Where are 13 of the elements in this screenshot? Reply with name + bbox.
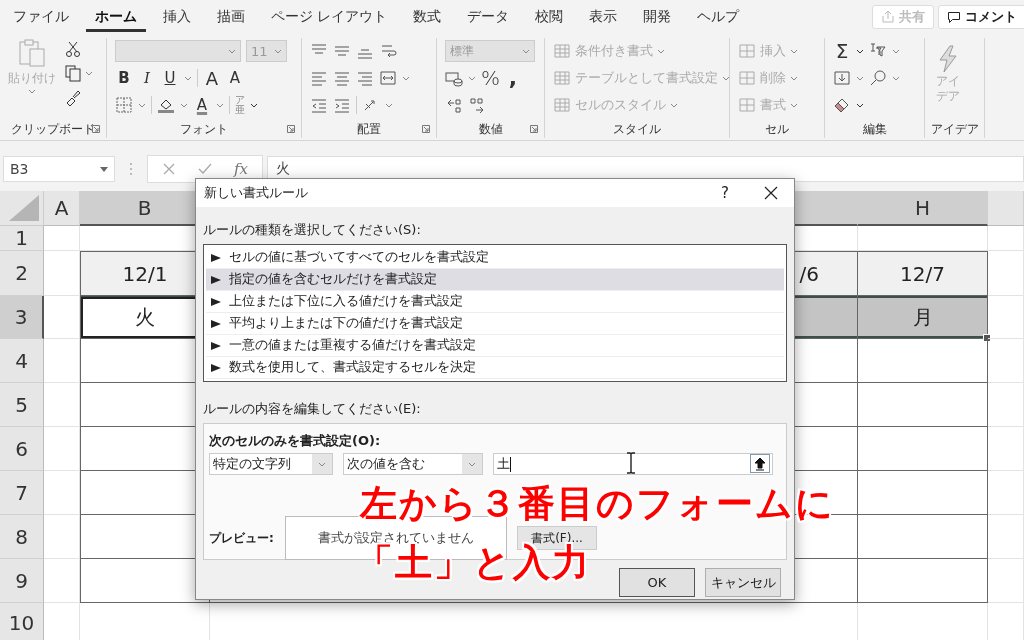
preview-label: プレビュー:	[209, 529, 275, 547]
table-cell: 12/7	[858, 251, 988, 296]
group-label: 数値	[478, 120, 503, 138]
group-label: フォント	[180, 120, 228, 138]
group-label: アイデア	[930, 120, 979, 138]
condition-label: 次のセルのみを書式設定(O):	[209, 432, 382, 450]
rule-edit-label: ルールの内容を編集してください(E):	[203, 400, 422, 418]
group-label: セル	[765, 120, 789, 138]
table-cell: 月	[858, 296, 988, 339]
group-label: 編集	[862, 120, 887, 138]
annotation-text: 左から３番目のフォームに	[360, 484, 835, 524]
group-label: スタイル	[613, 120, 661, 138]
group-label: 配置	[357, 120, 381, 138]
